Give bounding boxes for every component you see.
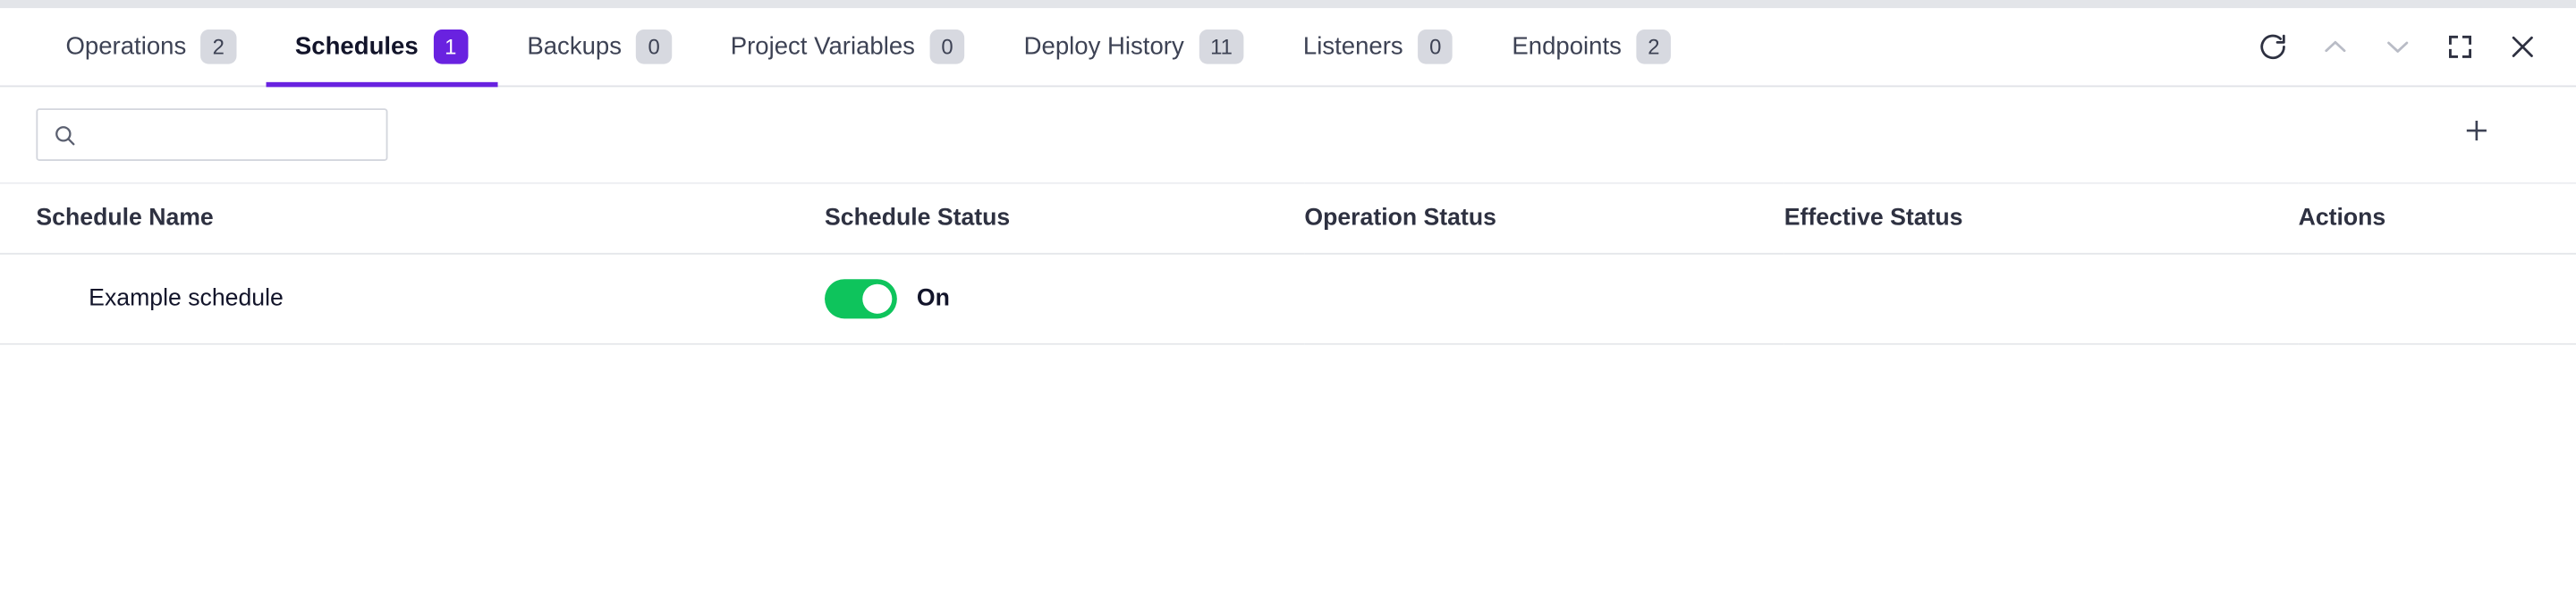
table-row[interactable]: Example schedule On	[0, 253, 2576, 345]
add-schedule-button[interactable]	[2451, 110, 2500, 159]
column-header-operation-status: Operation Status	[1304, 182, 1784, 255]
toolbar-row	[0, 87, 2576, 182]
tab-backups[interactable]: Backups 0	[497, 8, 700, 85]
table-header: Schedule Name Schedule Status Operation …	[0, 182, 2576, 255]
fullscreen-button[interactable]	[2428, 15, 2491, 78]
chevron-up-icon	[2319, 31, 2351, 63]
tab-count-badge: 11	[1199, 30, 1244, 64]
window-toolbar	[2241, 8, 2576, 85]
cell-operation-status	[1304, 253, 1784, 345]
schedule-status-toggle[interactable]	[825, 279, 897, 319]
tab-project-variables[interactable]: Project Variables 0	[701, 8, 995, 85]
schedules-panel: Operations 2 Schedules 1 Backups 0 Proje…	[0, 0, 2576, 608]
tab-count-badge: 0	[636, 30, 672, 64]
window-top-strip	[0, 0, 2576, 9]
tab-endpoints[interactable]: Endpoints 2	[1482, 8, 1700, 85]
tab-label: Operations	[65, 32, 187, 61]
tab-schedules[interactable]: Schedules 1	[265, 8, 498, 88]
fullscreen-icon	[2445, 33, 2473, 61]
cell-schedule-status: On	[825, 253, 1305, 345]
table-empty-area	[0, 344, 2576, 608]
tab-bar: Operations 2 Schedules 1 Backups 0 Proje…	[0, 8, 2576, 88]
cell-actions	[2298, 253, 2576, 345]
tab-listeners[interactable]: Listeners 0	[1274, 8, 1482, 85]
table-body: Example schedule On	[0, 253, 2576, 345]
tab-count-badge: 2	[1636, 30, 1672, 64]
plus-icon	[2462, 116, 2489, 152]
tab-label: Schedules	[294, 32, 419, 61]
schedules-table: Schedule Name Schedule Status Operation …	[0, 182, 2576, 345]
column-header-effective-status: Effective Status	[1784, 182, 2299, 255]
tab-label: Deploy History	[1023, 32, 1184, 61]
tab-count-badge: 0	[929, 30, 965, 64]
tab-operations[interactable]: Operations 2	[36, 8, 265, 85]
search-input[interactable]	[77, 108, 372, 161]
tab-list: Operations 2 Schedules 1 Backups 0 Proje…	[0, 8, 1701, 88]
column-header-schedule-status: Schedule Status	[825, 182, 1305, 255]
column-header-schedule-name: Schedule Name	[0, 182, 826, 255]
close-icon	[2506, 31, 2538, 63]
cell-schedule-name: Example schedule	[0, 253, 826, 345]
search-box[interactable]	[36, 108, 388, 161]
tab-deploy-history[interactable]: Deploy History 11	[995, 8, 1274, 85]
tab-count-badge: 0	[1418, 30, 1453, 64]
scroll-down-button[interactable]	[2366, 15, 2428, 78]
refresh-icon	[2257, 31, 2288, 63]
tab-label: Endpoints	[1512, 32, 1622, 61]
refresh-button[interactable]	[2241, 15, 2303, 78]
schedule-status-control: On	[825, 279, 1304, 319]
tab-label: Backups	[527, 32, 623, 61]
toggle-state-label: On	[916, 285, 950, 312]
cell-effective-status	[1784, 253, 2299, 345]
tab-label: Project Variables	[730, 32, 915, 61]
tab-label: Listeners	[1302, 32, 1403, 61]
tab-count-badge: 2	[200, 30, 236, 64]
tab-count-badge: 1	[433, 30, 469, 64]
table-header-row: Schedule Name Schedule Status Operation …	[0, 182, 2576, 255]
scroll-up-button[interactable]	[2303, 15, 2366, 78]
search-icon	[53, 122, 78, 148]
close-button[interactable]	[2490, 15, 2553, 78]
column-header-actions: Actions	[2298, 182, 2576, 255]
toggle-knob	[862, 283, 893, 314]
chevron-down-icon	[2381, 31, 2412, 63]
